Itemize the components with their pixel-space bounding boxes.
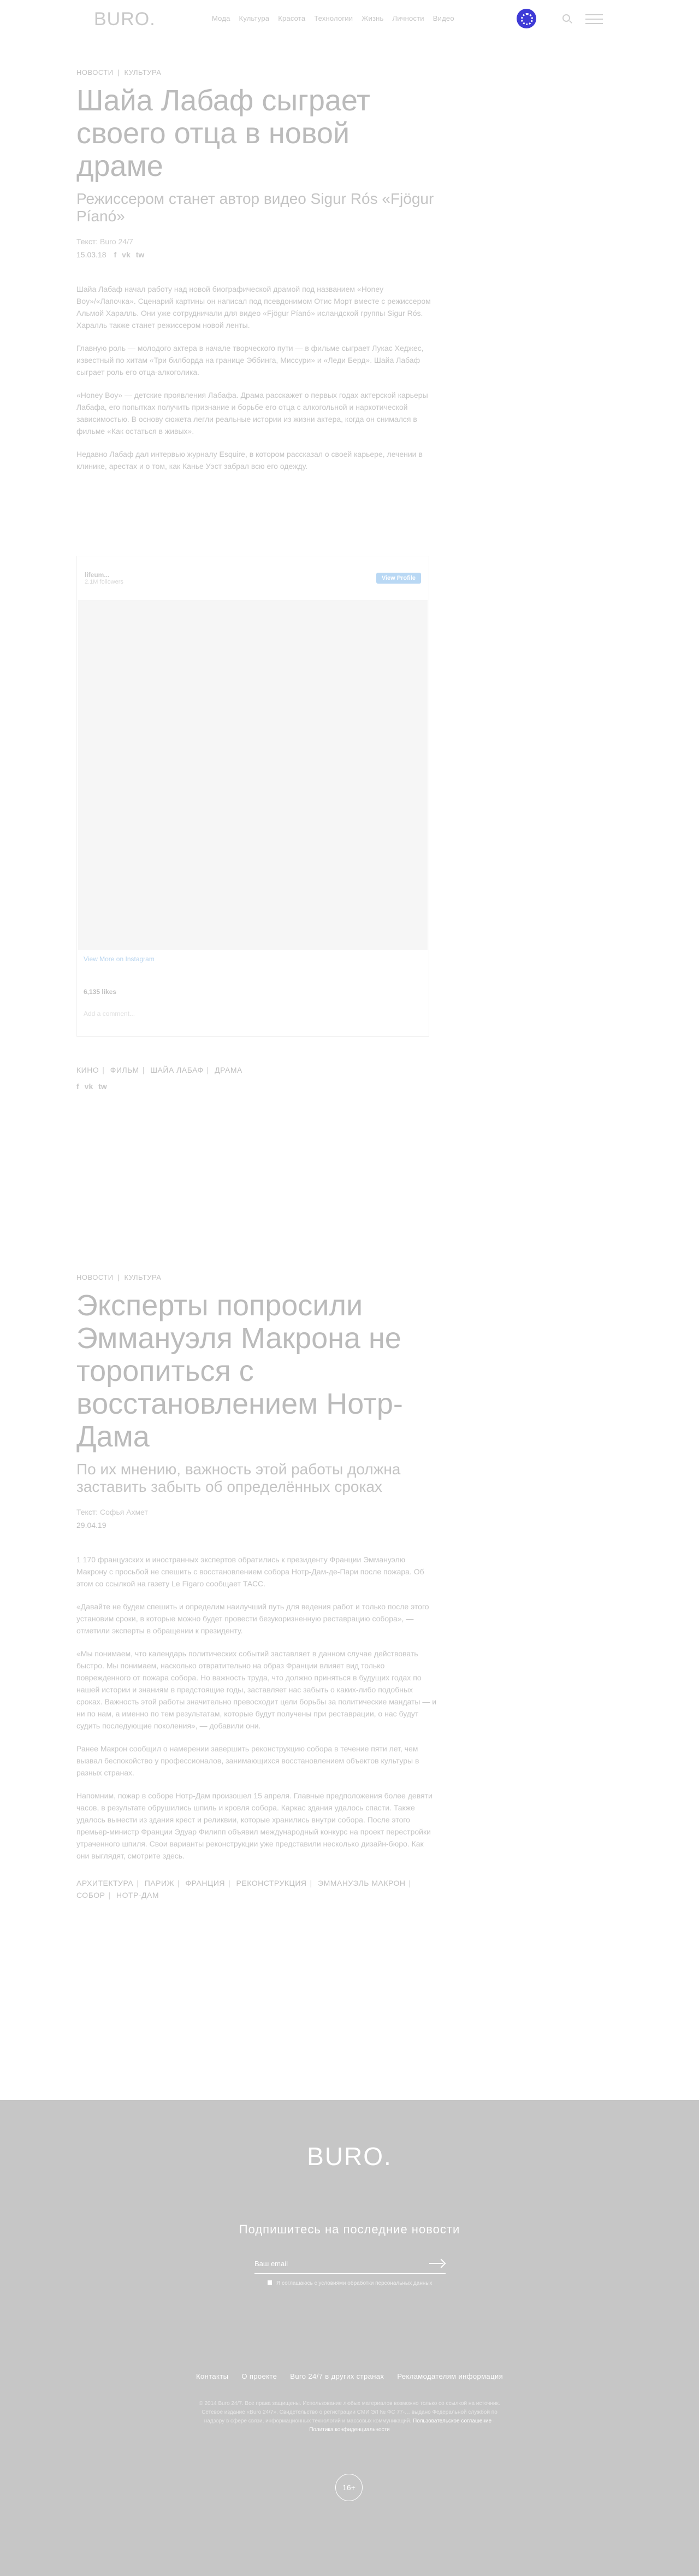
vk-icon[interactable]: vk bbox=[122, 250, 131, 259]
subscribe-heading: Подпишитесь на последние новости bbox=[239, 2222, 460, 2236]
article-2: НОВОСТИ | КУЛЬТУРА Эксперты попросили Эмма… bbox=[76, 1273, 437, 1901]
tag[interactable]: ФИЛЬМ bbox=[110, 1066, 139, 1074]
brand-badge-icon[interactable] bbox=[517, 9, 536, 28]
view-profile-button[interactable]: View Profile bbox=[376, 573, 421, 584]
email-input[interactable]: Ваш email bbox=[254, 2254, 446, 2274]
site-header: BURO. Мода Культура Красота Технологии Ж… bbox=[0, 0, 699, 38]
paragraph: Ранее Макрон сообщил о намерении заверши… bbox=[76, 1744, 419, 1777]
article-subtitle: По их мнению, важность этой работы должн… bbox=[76, 1461, 401, 1495]
date-share-row: 15.03.18 f vk tw bbox=[76, 250, 437, 259]
tag[interactable]: НОТР-ДАМ bbox=[116, 1891, 159, 1899]
twitter-icon[interactable]: tw bbox=[98, 1082, 107, 1091]
share-buttons: f vk tw bbox=[114, 250, 145, 259]
consent-label: Я соглашаюсь с условиями обработки персо… bbox=[276, 2280, 433, 2286]
menu-icon[interactable] bbox=[585, 11, 603, 26]
tag[interactable]: ЭММАНУЭЛЬ МАКРОН bbox=[318, 1879, 405, 1887]
author-label: Текст: bbox=[76, 1508, 100, 1516]
nav-item-life[interactable]: Жизнь bbox=[362, 14, 383, 22]
checkbox-icon[interactable] bbox=[268, 2280, 272, 2285]
site-logo[interactable]: BURO. bbox=[94, 9, 156, 30]
tag[interactable]: ПАРИЖ bbox=[145, 1879, 174, 1887]
nav-item-beauty[interactable]: Красота bbox=[278, 14, 305, 22]
footer-link-advertisers[interactable]: Рекламодателям информация bbox=[397, 2372, 503, 2380]
article-title: Шайа Лабаф сыграет своего отца в новой д… bbox=[76, 84, 370, 183]
facebook-icon[interactable]: f bbox=[76, 1082, 79, 1091]
add-comment-link[interactable]: Add a comment... bbox=[84, 1010, 135, 1018]
nav-item-tech[interactable]: Технологии bbox=[314, 14, 353, 22]
article-subtitle: Режиссером станет автор видео Sigur Rós … bbox=[76, 190, 434, 225]
embed-followers: 2.1M followers bbox=[85, 579, 123, 585]
article-date: 29.04.19 bbox=[76, 1521, 106, 1530]
tag[interactable]: КИНО bbox=[76, 1066, 99, 1074]
paragraph: Недавно Лабаф дал интервью журналу Esqui… bbox=[76, 450, 423, 470]
article-date: 15.03.18 bbox=[76, 250, 106, 259]
search-icon[interactable] bbox=[562, 14, 570, 22]
nav-item-moda[interactable]: Мода bbox=[212, 14, 230, 22]
embed-image[interactable] bbox=[78, 600, 428, 950]
tag[interactable]: АРХИТЕКТУРА bbox=[76, 1879, 133, 1887]
breadcrumb-item[interactable]: КУЛЬТУРА bbox=[124, 68, 161, 77]
paragraph: «Honey Boy» — детские проявления Лабафа.… bbox=[76, 391, 428, 436]
date-row: 29.04.19 bbox=[76, 1521, 437, 1530]
tag-list: АРХИТЕКТУРА | ПАРИЖ | ФРАНЦИЯ | РЕКОНСТРУКЦ… bbox=[76, 1879, 411, 1899]
breadcrumb-item[interactable]: НОВОСТИ bbox=[76, 1273, 114, 1281]
vk-icon[interactable]: vk bbox=[85, 1082, 93, 1091]
article-body: 1 170 французских и иностранных эксперто… bbox=[76, 1554, 437, 1862]
article-meta: Текст: Софья Ахмет bbox=[76, 1508, 437, 1516]
article-body: Шайа Лабаф начал работу над новой биогра… bbox=[76, 283, 437, 472]
tag[interactable]: ФРАНЦИЯ bbox=[185, 1879, 225, 1887]
tag[interactable]: ДРАМА bbox=[215, 1066, 242, 1074]
legal-text: © 2014 Buro 24/7. Все права защищены. Ис… bbox=[197, 2399, 502, 2434]
nav-item-people[interactable]: Личности bbox=[392, 14, 424, 22]
twitter-icon[interactable]: tw bbox=[136, 250, 145, 259]
paragraph: 1 170 французских и иностранных эксперто… bbox=[76, 1555, 424, 1588]
consent-checkbox[interactable]: Я соглашаюсь с условиями обработки персо… bbox=[268, 2280, 433, 2286]
share-buttons-bottom: f vk tw bbox=[76, 1082, 437, 1091]
breadcrumb: НОВОСТИ | КУЛЬТУРА bbox=[76, 68, 162, 77]
instagram-embed: lifeum... 2.1M followers View Profile Vi… bbox=[76, 556, 429, 1037]
embed-username[interactable]: lifeum... bbox=[85, 571, 123, 579]
tag-list: КИНО | ФИЛЬМ | ШАЙА ЛАБАФ | ДРАМА bbox=[76, 1066, 242, 1074]
nav-item-culture[interactable]: Культура bbox=[239, 14, 270, 22]
age-rating-badge: 16+ bbox=[335, 2474, 363, 2501]
footer-link-contacts[interactable]: Контакты bbox=[196, 2372, 228, 2380]
article-meta: Текст: Buro 24/7 bbox=[76, 237, 437, 246]
article-1: НОВОСТИ | КУЛЬТУРА Шайа Лабаф сыграет свое… bbox=[76, 68, 437, 483]
nav-item-video[interactable]: Видео bbox=[433, 14, 454, 22]
tag[interactable]: СОБОР bbox=[76, 1891, 105, 1899]
arrow-right-icon[interactable] bbox=[429, 2260, 445, 2267]
tag[interactable]: РЕКОНСТРУКЦИЯ bbox=[236, 1879, 307, 1887]
tag[interactable]: ШАЙА ЛАБАФ bbox=[150, 1066, 203, 1074]
author-name[interactable]: Софья Ахмет bbox=[100, 1508, 148, 1516]
view-more-link[interactable]: View More on Instagram bbox=[84, 955, 155, 963]
facebook-icon[interactable]: f bbox=[114, 250, 117, 259]
author-name[interactable]: Buro 24/7 bbox=[100, 237, 133, 246]
author-label: Текст: bbox=[76, 237, 100, 246]
embed-header: lifeum... 2.1M followers View Profile bbox=[77, 556, 429, 600]
paragraph: Шайа Лабаф начал работу над новой биогра… bbox=[76, 285, 431, 330]
paragraph: Главную роль — молодого актера в начале … bbox=[76, 344, 424, 377]
paragraph: Напомним, пожар в соборе Нотр-Дам произо… bbox=[76, 1791, 433, 1860]
footer-links: Контакты О проекте Buro 24/7 в других ст… bbox=[0, 2372, 699, 2380]
footer-link-about[interactable]: О проекте bbox=[241, 2372, 277, 2380]
paragraph: «Мы понимаем, что календарь политических… bbox=[76, 1649, 437, 1730]
breadcrumb: НОВОСТИ | КУЛЬТУРА bbox=[76, 1273, 162, 1281]
likes-count: 6,135 likes bbox=[84, 988, 117, 996]
site-footer: BURO. Подпишитесь на последние новости В… bbox=[0, 2100, 699, 2576]
article-1-tags: КИНО | ФИЛЬМ | ШАЙА ЛАБАФ | ДРАМА f vk tw bbox=[76, 1066, 437, 1091]
main-nav: Мода Культура Красота Технологии Жизнь Л… bbox=[212, 14, 463, 22]
breadcrumb-item[interactable]: КУЛЬТУРА bbox=[124, 1273, 161, 1281]
paragraph: «Давайте не будем спешить и определим на… bbox=[76, 1602, 429, 1635]
footer-link-countries[interactable]: Buro 24/7 в других странах bbox=[290, 2372, 384, 2380]
breadcrumb-item[interactable]: НОВОСТИ bbox=[76, 68, 114, 77]
footer-logo[interactable]: BURO. bbox=[0, 2142, 699, 2171]
article-title: Эксперты попросили Эммануэля Макрона не … bbox=[76, 1289, 403, 1453]
